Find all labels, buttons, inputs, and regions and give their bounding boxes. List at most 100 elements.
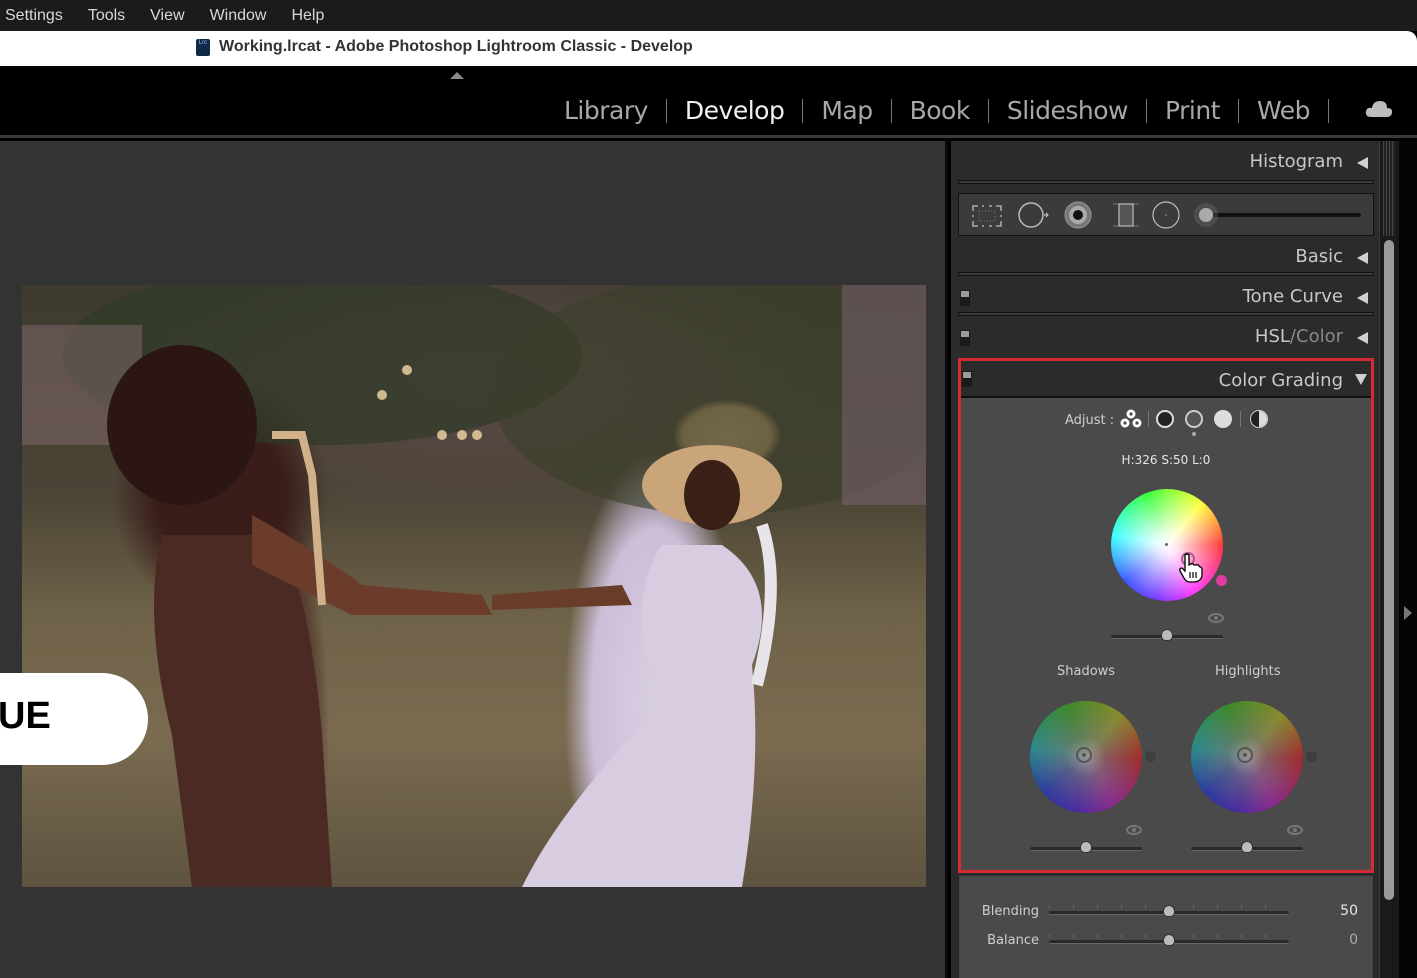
module-book[interactable]: Book: [910, 96, 971, 125]
collapse-right-panel-icon[interactable]: [1404, 606, 1412, 620]
highlights-color-wheel[interactable]: [1191, 701, 1303, 813]
three-way-mode-icon[interactable]: [1119, 408, 1143, 430]
blending-balance-area: Blending 50 Balance 0: [958, 876, 1374, 978]
spot-removal-icon[interactable]: [1017, 201, 1053, 229]
image-canvas: [0, 141, 948, 978]
panel-header-tone-curve[interactable]: Tone Curve: [958, 278, 1374, 316]
red-eye-icon[interactable]: [1063, 200, 1093, 230]
collapse-triangle-icon[interactable]: [1357, 292, 1368, 304]
wheel-center-dot: [1165, 543, 1168, 546]
panel-header-hsl-color[interactable]: HSL/Color: [958, 318, 1374, 356]
highlights-visibility-eye-icon[interactable]: [1287, 825, 1303, 835]
module-print[interactable]: Print: [1165, 96, 1221, 125]
blending-label: Blending: [981, 904, 1039, 919]
panel-label-tone-curve: Tone Curve: [1242, 286, 1343, 307]
balance-slider[interactable]: [1049, 934, 1289, 946]
midtones-luminance-thumb[interactable]: [1161, 629, 1173, 641]
graduated-filter-icon[interactable]: [1111, 201, 1141, 229]
overlay-badge-text: UE: [0, 695, 51, 737]
radial-filter-icon[interactable]: [1151, 200, 1181, 230]
highlights-label: Highlights: [1215, 664, 1281, 679]
global-mode-icon[interactable]: [1249, 409, 1269, 429]
collapse-triangle-icon[interactable]: [1357, 252, 1368, 264]
scrollbar-thumb[interactable]: [1384, 240, 1394, 900]
scrollbar-grip[interactable]: [1383, 141, 1395, 236]
shadows-wheel-handle[interactable]: [1076, 747, 1092, 763]
menu-view[interactable]: View: [150, 7, 184, 25]
brush-size-thumb[interactable]: [1199, 208, 1213, 222]
panel-toggle-switch[interactable]: [960, 290, 970, 306]
histogram-divider: [958, 180, 1374, 184]
photo-content: [22, 285, 926, 887]
selected-mode-indicator: [1192, 432, 1196, 436]
midtones-visibility-eye-icon[interactable]: [1208, 613, 1224, 623]
shadows-mode-icon[interactable]: [1155, 409, 1175, 429]
module-slideshow[interactable]: Slideshow: [1007, 96, 1129, 125]
module-separator: [665, 98, 667, 123]
module-separator: [1237, 98, 1239, 123]
shadows-luminance-slider[interactable]: [1030, 841, 1142, 853]
color-tab[interactable]: Color: [1296, 326, 1343, 347]
mode-separator: [1148, 411, 1149, 427]
highlights-mode-icon[interactable]: [1213, 409, 1233, 429]
midtones-color-swatch: [1216, 575, 1227, 586]
panel-label-histogram: Histogram: [1249, 151, 1343, 172]
shadows-luminance-thumb[interactable]: [1080, 841, 1092, 853]
shadows-visibility-eye-icon[interactable]: [1126, 825, 1142, 835]
cloud-icon[interactable]: [1365, 100, 1393, 118]
balance-thumb[interactable]: [1163, 934, 1175, 946]
module-separator: [890, 98, 892, 123]
hsl-readout: H:326 S:50 L:0: [1121, 453, 1211, 467]
lightroom-app-icon: Lrc: [196, 39, 210, 56]
menu-window[interactable]: Window: [210, 7, 267, 25]
module-separator: [802, 98, 804, 123]
panel-header-color-grading[interactable]: Color Grading: [961, 361, 1371, 398]
midtones-color-wheel[interactable]: [1111, 489, 1223, 601]
menu-bar: Settings Tools View Window Help: [0, 0, 1417, 31]
tone-curve-divider: [958, 312, 1374, 316]
module-map[interactable]: Map: [821, 96, 873, 125]
panel-label-hsl-color: HSL/Color: [1255, 326, 1343, 347]
menu-tools[interactable]: Tools: [88, 7, 125, 25]
highlights-luminance-slider[interactable]: [1191, 841, 1303, 853]
color-grading-panel: Color Grading Adjust : H:326 S:50 L:0 Sh…: [958, 358, 1374, 873]
photo-preview[interactable]: [22, 285, 926, 887]
brush-size-slider[interactable]: [1199, 208, 1361, 222]
menu-help[interactable]: Help: [291, 7, 324, 25]
shadows-label: Shadows: [1057, 664, 1116, 679]
module-library[interactable]: Library: [564, 96, 648, 125]
balance-label: Balance: [987, 933, 1039, 948]
balance-value[interactable]: 0: [1318, 932, 1358, 948]
menu-settings[interactable]: Settings: [5, 7, 63, 25]
highlights-wheel-handle[interactable]: [1237, 747, 1253, 763]
blending-thumb[interactable]: [1163, 905, 1175, 917]
module-web[interactable]: Web: [1257, 96, 1311, 125]
hand-cursor-icon: [1179, 553, 1203, 583]
mode-separator: [1240, 411, 1241, 427]
window-title-bar: Lrc Working.lrcat - Adobe Photoshop Ligh…: [0, 31, 1417, 66]
module-separator: [987, 98, 989, 123]
module-separator: [1145, 98, 1147, 123]
panel-toggle-switch[interactable]: [962, 371, 972, 387]
collapse-triangle-icon[interactable]: [1357, 332, 1368, 344]
blending-slider[interactable]: [1049, 905, 1289, 917]
adjust-mode-row: Adjust :: [961, 407, 1371, 436]
highlights-color-swatch: [1306, 751, 1317, 762]
overlay-badge: UE: [0, 673, 148, 765]
blending-value[interactable]: 50: [1318, 903, 1358, 919]
panel-header-basic[interactable]: Basic: [958, 238, 1374, 276]
tool-strip: [958, 193, 1374, 236]
panel-toggle-switch[interactable]: [960, 330, 970, 346]
panel-header-histogram[interactable]: Histogram: [958, 143, 1374, 181]
panel-label-color-grading: Color Grading: [1218, 370, 1343, 391]
midtones-luminance-slider[interactable]: [1111, 629, 1223, 641]
highlights-luminance-thumb[interactable]: [1241, 841, 1253, 853]
midtones-mode-icon[interactable]: [1184, 409, 1204, 429]
expand-triangle-icon[interactable]: [1355, 374, 1367, 385]
collapse-triangle-icon[interactable]: [1357, 157, 1368, 169]
module-develop[interactable]: Develop: [685, 96, 785, 125]
hsl-tab[interactable]: HSL: [1255, 326, 1290, 347]
shadows-color-wheel[interactable]: [1030, 701, 1142, 813]
crop-overlay-icon[interactable]: [971, 204, 1003, 228]
collapse-top-panel-icon[interactable]: [450, 72, 464, 79]
